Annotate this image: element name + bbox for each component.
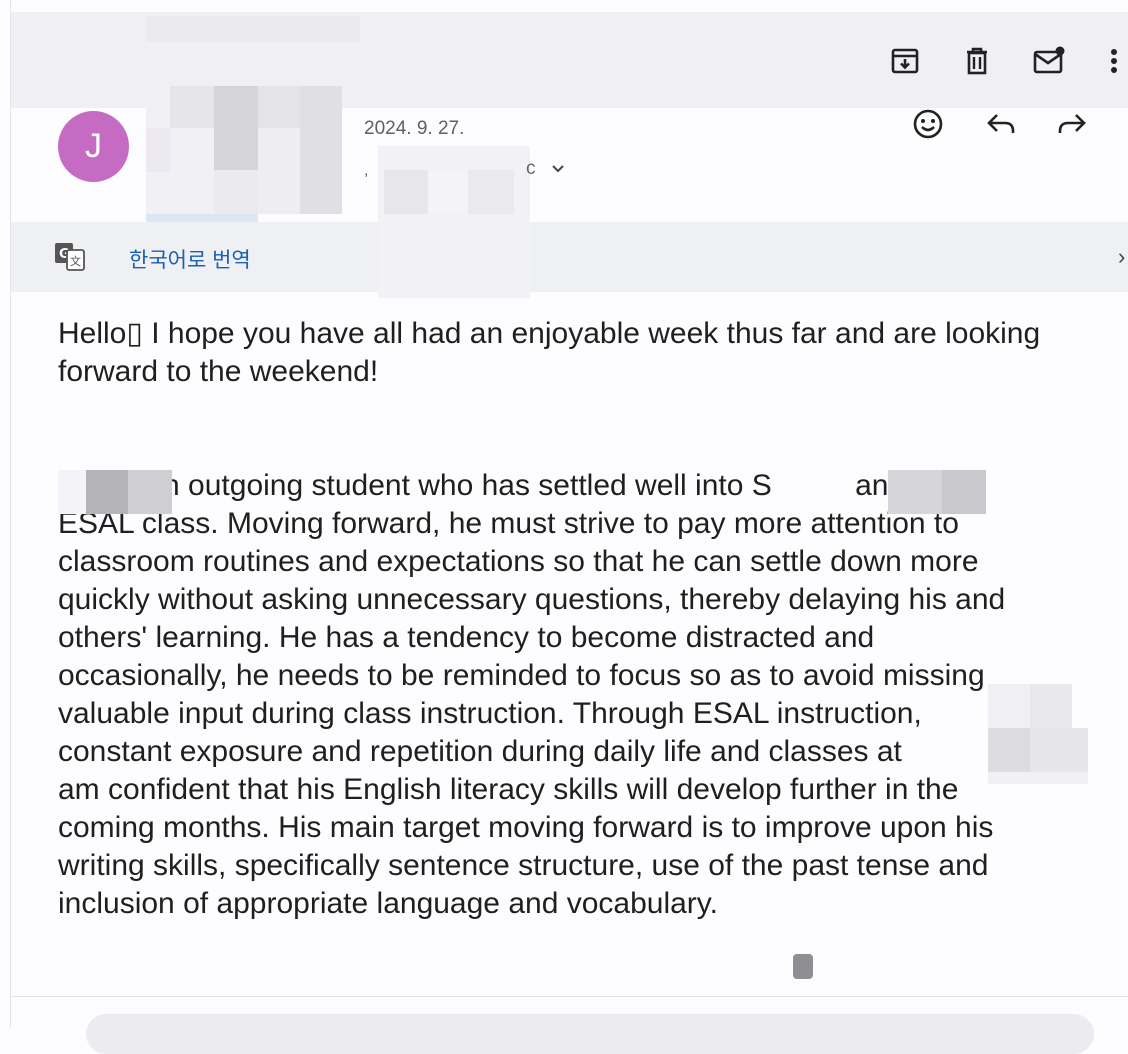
emoji-reaction-icon[interactable] xyxy=(908,104,948,144)
body-line: am confident that his English literacy s… xyxy=(58,773,959,806)
body-line: valuable input during class instruction.… xyxy=(58,697,922,730)
svg-text:文: 文 xyxy=(70,254,81,268)
chevron-down-icon[interactable] xyxy=(550,160,566,181)
body-line: writing skills, specifically sentence st… xyxy=(58,849,989,882)
translate-icon: G文 xyxy=(54,242,86,277)
body-line: quickly without asking unnecessary quest… xyxy=(58,583,1006,616)
scroll-thumb[interactable] xyxy=(793,954,813,979)
body-line: constant exposure and repetition during … xyxy=(58,735,1011,768)
trash-icon[interactable] xyxy=(957,40,997,82)
reply-icon[interactable] xyxy=(981,104,1021,144)
redacted-sender-name xyxy=(146,86,362,232)
more-vertical-icon[interactable] xyxy=(1100,40,1128,82)
redacted-recipient xyxy=(378,146,530,298)
recipient-suffix: c xyxy=(526,158,536,179)
mail-unread-icon[interactable] xyxy=(1029,40,1069,82)
body-line: classroom routines and expectations so t… xyxy=(58,545,979,578)
left-border xyxy=(10,0,11,1028)
redacted-student-name xyxy=(58,470,172,514)
recipient-prefix: , xyxy=(364,162,369,179)
body-line: others' learning. He has a tendency to b… xyxy=(58,621,875,654)
forward-icon[interactable] xyxy=(1052,104,1092,144)
body-line: occasionally, he needs to be reminded to… xyxy=(58,659,985,692)
avatar-letter: J xyxy=(85,127,102,165)
translate-to-korean-link[interactable]: 한국어로 번역 xyxy=(129,244,251,274)
redacted-school-name xyxy=(888,470,986,514)
body-line: coming months. His main target moving fo… xyxy=(58,811,994,844)
translate-chevron-icon[interactable]: › xyxy=(1118,244,1125,270)
divider xyxy=(11,996,1128,997)
message-date: 2024. 9. 27. xyxy=(364,118,465,139)
redacted-school-name-2 xyxy=(988,728,1088,784)
email-body-paragraph-1: Hello▯ I hope you have all had an enjoya… xyxy=(58,317,1041,388)
email-body-paragraph-2: is an outgoing student who has settled w… xyxy=(58,467,1120,923)
sender-avatar[interactable]: J xyxy=(58,111,129,182)
reply-box[interactable] xyxy=(86,1014,1094,1054)
body-line: inclusion of appropriate language and vo… xyxy=(58,887,718,920)
redacted-word xyxy=(988,684,1072,728)
redacted-subject xyxy=(146,16,360,42)
archive-icon[interactable] xyxy=(885,40,925,82)
